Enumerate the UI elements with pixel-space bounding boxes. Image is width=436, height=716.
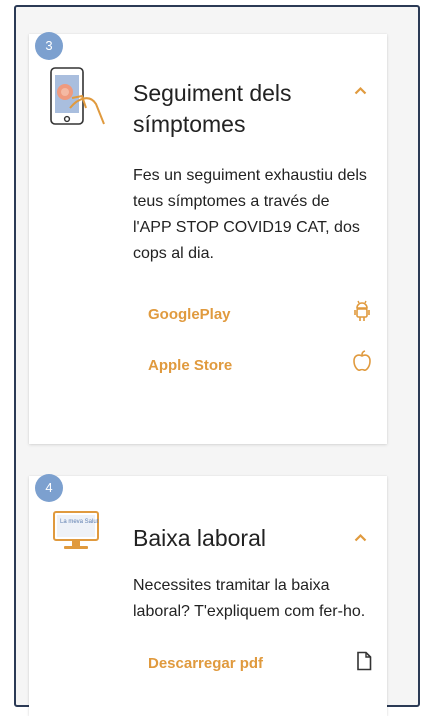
chevron-up-icon[interactable] bbox=[354, 531, 367, 544]
phone-tracking-icon bbox=[50, 67, 105, 125]
apple-icon[interactable] bbox=[352, 350, 372, 372]
download-pdf-link[interactable]: Descarregar pdf bbox=[148, 655, 263, 672]
step-title: Baixa laboral bbox=[133, 525, 266, 551]
step-card-sick-leave: 4 La meva Salut Baixa laboral Necessites… bbox=[29, 474, 387, 716]
android-icon[interactable] bbox=[353, 300, 371, 322]
step-description: Fes un seguiment exhaustiu dels teus sím… bbox=[133, 167, 367, 262]
svg-text:La meva Salut: La meva Salut bbox=[60, 519, 99, 525]
step-number-badge: 3 bbox=[35, 32, 63, 60]
step-number-badge: 4 bbox=[35, 474, 63, 502]
document-icon[interactable] bbox=[356, 651, 372, 671]
googleplay-link[interactable]: GooglePlay bbox=[148, 306, 231, 323]
computer-monitor-icon: La meva Salut bbox=[53, 511, 99, 549]
chevron-up-icon[interactable] bbox=[354, 84, 367, 97]
step-card-symptoms: 3 Seguiment dels símptomes Fes un seguim… bbox=[29, 32, 387, 444]
apple-store-link[interactable]: Apple Store bbox=[148, 357, 232, 374]
step-title: Seguiment dels símptomes bbox=[133, 80, 292, 137]
step-description: Necessites tramitar la baixa laboral? T'… bbox=[133, 577, 366, 620]
